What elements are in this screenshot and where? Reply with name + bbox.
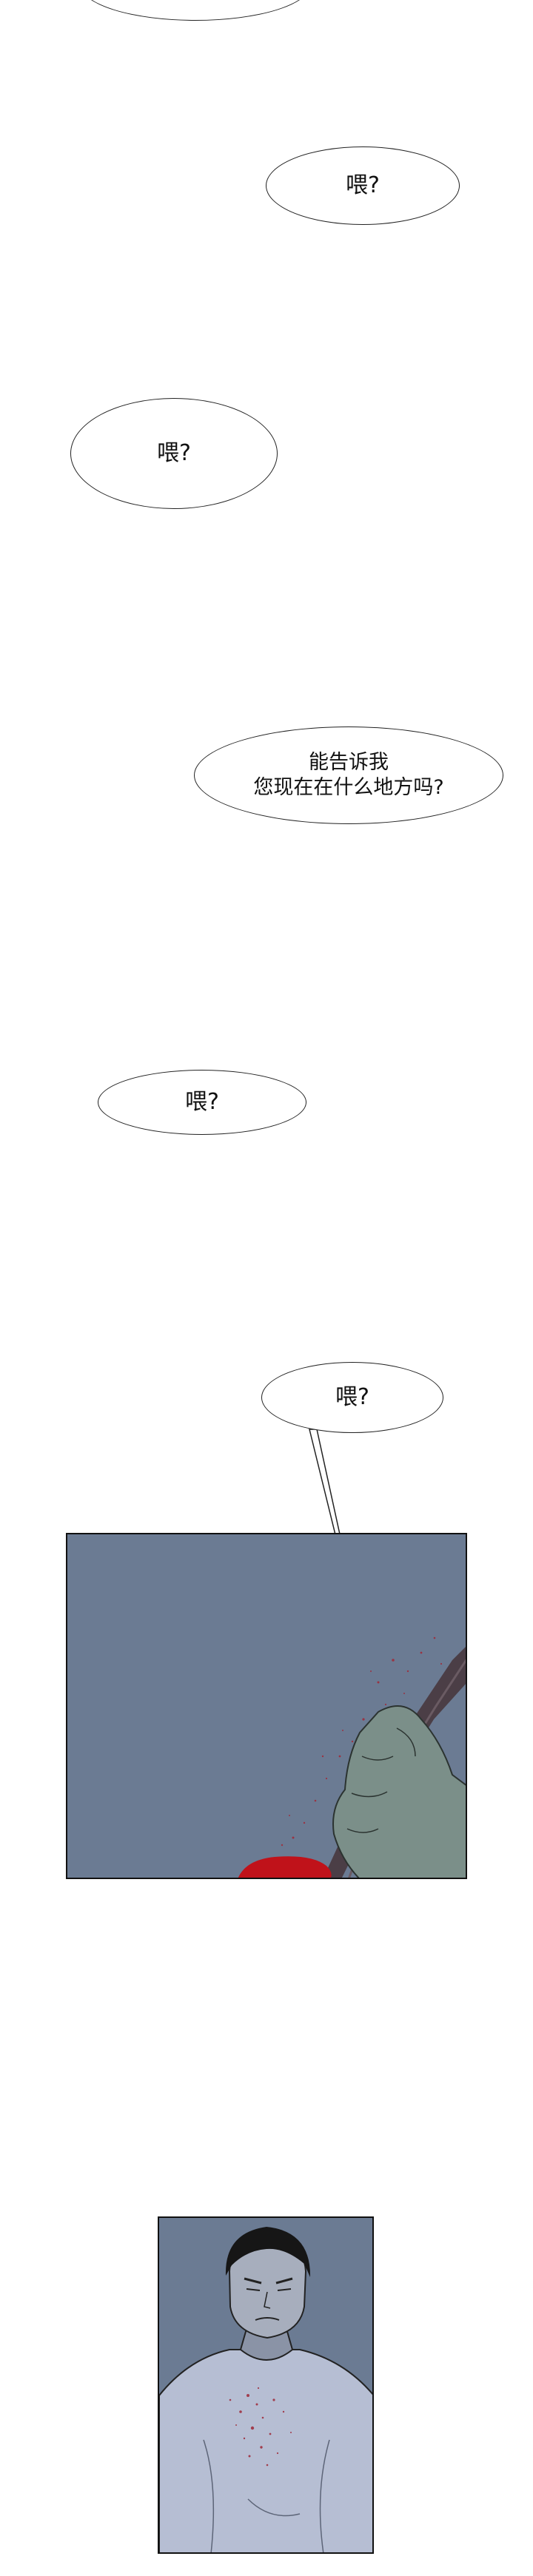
man-illustration <box>159 2227 372 2552</box>
speech-bubble-5: 喂? <box>261 1362 443 1433</box>
speech-bubble-tail <box>309 1429 377 1701</box>
comic-panel-man <box>158 2216 374 2554</box>
hand-illustration <box>238 1636 466 1878</box>
bubble-text: 喂? <box>335 1384 369 1411</box>
comic-panel-hand <box>66 1533 467 1879</box>
